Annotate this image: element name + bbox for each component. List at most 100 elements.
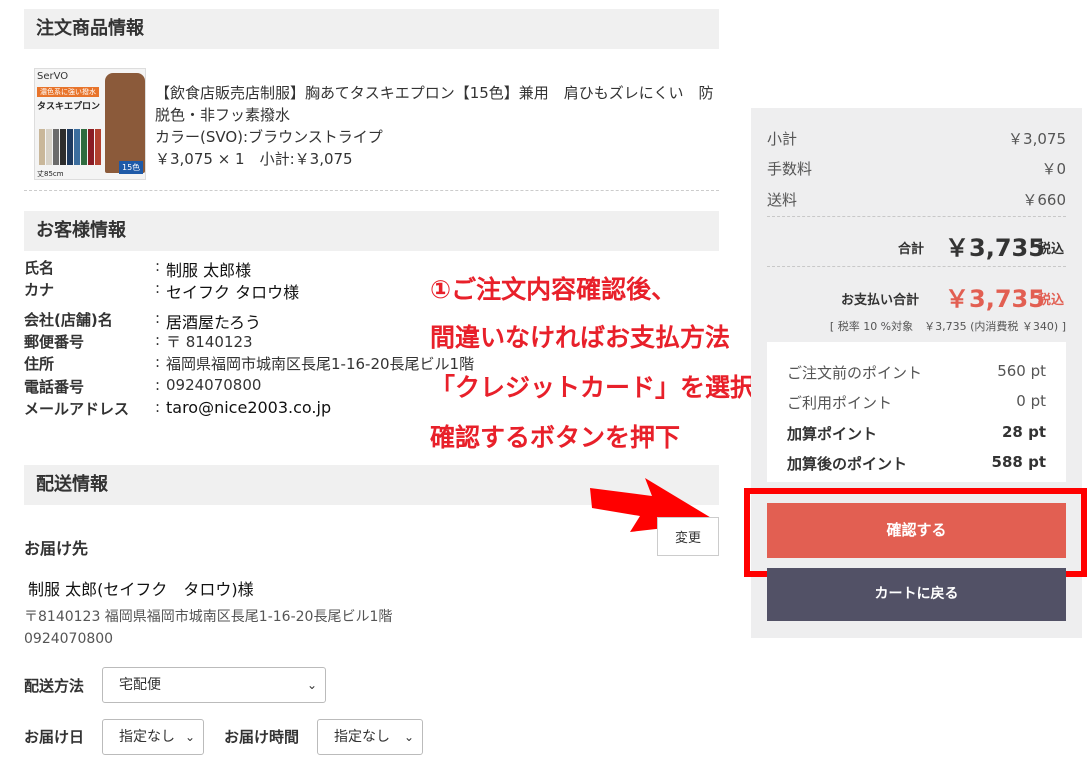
color-swatches <box>39 129 102 165</box>
recipient-address-block: 〒8140123 福岡県福岡市城南区長尾1-16-20長尾ビル1階 092407… <box>24 606 392 650</box>
customer-field-value: 福岡県福岡市城南区長尾1-16-20長尾ビル1階 <box>166 355 475 373</box>
annotation-line-2: 間違いなければお支払方法 <box>430 323 731 352</box>
customer-field-value: taro@nice2003.co.jp <box>166 398 332 417</box>
points-before-row: ご注文前のポイント 560 pt <box>787 362 1046 383</box>
fee-row: 手数料 ￥0 <box>767 158 1066 179</box>
customer-field-value: 〒 8140123 <box>166 333 253 351</box>
annotation-line-1: ①ご注文内容確認後、 <box>430 275 677 304</box>
payment-total-label: お支払い合計 <box>841 293 920 308</box>
order-items-heading: 注文商品情報 <box>24 9 719 49</box>
annotation-line-3: 「クレジットカード」を選択後、 <box>430 373 806 402</box>
color-swatch <box>74 129 80 165</box>
delivery-method-value: 宅配便 <box>119 677 161 693</box>
points-before-label: ご注文前のポイント <box>787 364 923 382</box>
shipping-fee-row: 送料 ￥660 <box>767 189 1066 210</box>
customer-field-value: 居酒屋たろう <box>166 313 262 332</box>
recipient-address: 〒8140123 福岡県福岡市城南区長尾1-16-20長尾ビル1階 <box>24 609 393 625</box>
customer-field-label: 住所 <box>24 355 55 373</box>
product-image-badge: 15色 <box>119 161 144 174</box>
subtotal-value: ￥3,075 <box>1008 130 1066 148</box>
customer-field-label: カナ <box>24 281 55 299</box>
delivery-time-select[interactable]: 指定なし ⌄ <box>317 719 423 755</box>
product-image-size: 丈85cm <box>37 170 64 178</box>
product-image-label: 濃色系に強い撥水 <box>37 87 99 97</box>
annotation-line-4: 確認するボタンを押下 <box>430 423 681 452</box>
change-button[interactable]: 変更 <box>657 517 719 556</box>
apron-figure <box>105 73 145 173</box>
tax-note: [ 税率 10 %対象 ￥3,735 (内消費税 ￥340) ] <box>829 320 1066 333</box>
shipping-fee-value: ￥660 <box>1022 191 1066 209</box>
subtotal-label: 小計 <box>767 130 798 148</box>
points-after-label: 加算後のポイント <box>787 455 908 473</box>
product-color: カラー(SVO):ブラウンストライプ <box>155 128 383 146</box>
color-swatch <box>88 129 94 165</box>
colon-separator: : <box>155 376 161 394</box>
divider <box>24 190 719 191</box>
customer-field-value: 制服 太郎様 <box>166 261 252 280</box>
delivery-date-label: お届け日 <box>24 728 85 746</box>
divider <box>767 216 1066 217</box>
customer-field-value: 0924070800 <box>166 376 262 394</box>
product-info: 【飲食店販売店制服】胸あてタスキエプロン【15色】兼用 肩ひもズレにくい 防脱色… <box>155 82 725 170</box>
divider <box>767 266 1066 267</box>
points-use-row: ご利用ポイント 0 pt <box>787 392 1046 413</box>
destination-label: お届け先 <box>24 539 89 558</box>
total-tax-label: 税込 <box>1038 242 1065 257</box>
points-after-row: 加算後のポイント 588 pt <box>787 453 1046 474</box>
colon-separator: : <box>155 353 161 371</box>
confirm-button[interactable]: 確認する <box>767 503 1066 558</box>
delivery-method-select[interactable]: 宅配便 ⌄ <box>102 667 326 703</box>
colon-separator: : <box>155 309 161 327</box>
customer-field-label: メールアドレス <box>24 400 130 418</box>
customer-heading: お客様情報 <box>24 211 719 251</box>
points-before-value: 560 pt <box>997 362 1046 380</box>
product-image-title: タスキエプロン <box>37 102 101 112</box>
recipient-phone: 0924070800 <box>24 631 114 647</box>
delivery-date-value: 指定なし <box>119 729 175 745</box>
delivery-time-value: 指定なし <box>334 729 390 745</box>
points-use-label: ご利用ポイント <box>787 394 893 412</box>
fee-value: ￥0 <box>1041 160 1066 178</box>
total-label: 合計 <box>898 242 925 257</box>
shipping-fee-label: 送料 <box>767 191 798 209</box>
color-swatch <box>81 129 87 165</box>
colon-separator: : <box>155 257 161 275</box>
color-swatch <box>39 129 45 165</box>
colon-separator: : <box>155 279 161 297</box>
points-box: ご注文前のポイント 560 pt ご利用ポイント 0 pt 加算ポイント 28 … <box>767 342 1066 482</box>
color-swatch <box>53 129 59 165</box>
delivery-date-select[interactable]: 指定なし ⌄ <box>102 719 204 755</box>
recipient-name: 制服 太郎(セイフク タロウ)様 <box>28 580 254 599</box>
colon-separator: : <box>155 398 161 416</box>
points-add-row: 加算ポイント 28 pt <box>787 423 1046 444</box>
delivery-time-label: お届け時間 <box>224 728 300 746</box>
points-after-value: 588 pt <box>991 453 1046 471</box>
customer-field-value: セイフク タロウ様 <box>166 283 300 302</box>
points-add-label: 加算ポイント <box>787 425 878 443</box>
color-swatch <box>60 129 66 165</box>
points-use-value: 0 pt <box>1016 392 1046 410</box>
customer-field-label: 氏名 <box>24 259 55 277</box>
points-add-value: 28 pt <box>1001 423 1046 441</box>
payment-total-amount: ￥3,735 <box>945 285 1045 313</box>
customer-field-label: 会社(店舗)名 <box>24 311 113 329</box>
delivery-method-label: 配送方法 <box>24 677 85 695</box>
colon-separator: : <box>155 331 161 349</box>
product-price-line: ￥3,075 × 1 小計:￥3,075 <box>155 150 353 168</box>
chevron-down-icon: ⌄ <box>403 730 414 744</box>
color-swatch <box>95 129 101 165</box>
product-brand-text: SerVO <box>37 71 69 82</box>
customer-field-label: 郵便番号 <box>24 333 85 351</box>
back-to-cart-button[interactable]: カートに戻る <box>767 568 1066 621</box>
product-image[interactable]: SerVO 濃色系に強い撥水 タスキエプロン 丈85cm 15色 <box>34 68 146 180</box>
payment-tax-label: 税込 <box>1038 293 1065 308</box>
chevron-down-icon: ⌄ <box>184 730 195 744</box>
color-swatch <box>46 129 52 165</box>
fee-label: 手数料 <box>767 160 813 178</box>
total-amount: ￥3,735 <box>945 234 1045 262</box>
subtotal-row: 小計 ￥3,075 <box>767 128 1066 149</box>
customer-field-label: 電話番号 <box>24 378 85 396</box>
color-swatch <box>67 129 73 165</box>
product-name[interactable]: 【飲食店販売店制服】胸あてタスキエプロン【15色】兼用 肩ひもズレにくい 防脱色… <box>155 82 725 126</box>
chevron-down-icon: ⌄ <box>306 678 317 692</box>
